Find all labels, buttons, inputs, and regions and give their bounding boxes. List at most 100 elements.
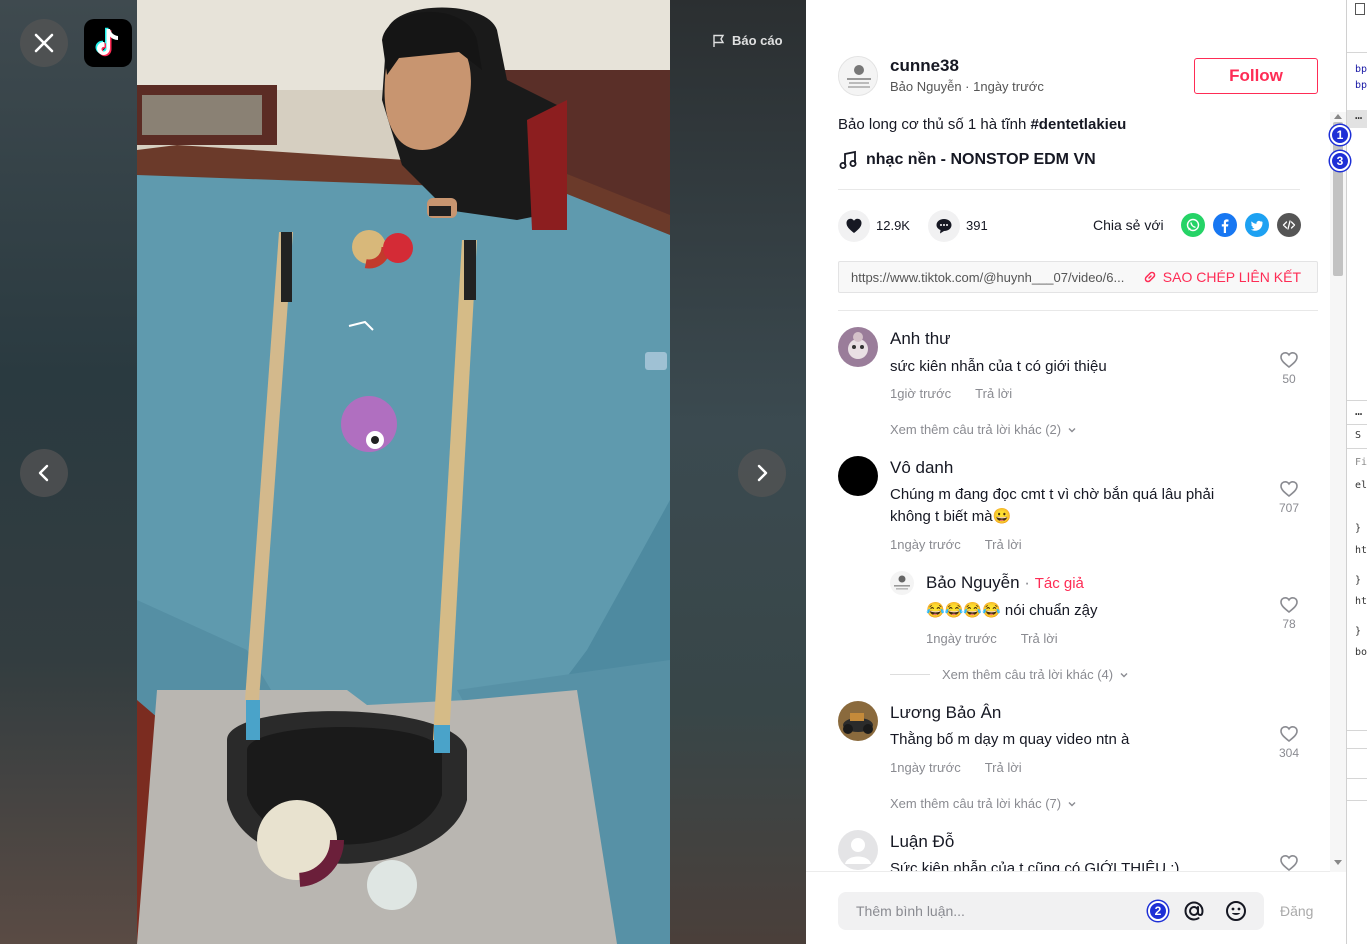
post-time: 1ngày trước [973, 79, 1044, 94]
previous-video-button[interactable] [20, 449, 68, 497]
author-handle[interactable]: cunne38 [890, 56, 959, 76]
follow-button[interactable]: Follow [1194, 58, 1318, 94]
annotation-marker: 3 [1330, 151, 1350, 171]
video-area: Báo cáo [0, 0, 806, 944]
share-link-text[interactable]: https://www.tiktok.com/@huynh___07/video… [851, 270, 1141, 285]
commenter-name[interactable]: Lương Bảo Ân [890, 703, 1001, 723]
commenter-name[interactable]: Luận Đỗ [890, 832, 954, 852]
view-more-replies-label: Xem thêm câu trả lời khác (4) [942, 667, 1114, 682]
reply-button[interactable]: Trả lời [985, 537, 1022, 552]
copy-link-button[interactable]: SAO CHÉP LIÊN KẾT [1143, 269, 1301, 285]
comment-text: Thằng bố m dạy m quay video ntn à [890, 731, 1130, 748]
view-more-replies[interactable]: Xem thêm câu trả lời khác (4) [942, 667, 1129, 682]
reply-text-body: nói chuẩn zậy [1004, 602, 1098, 619]
link-icon [1144, 271, 1156, 283]
like-button[interactable] [838, 210, 870, 242]
comment-like-button[interactable] [1274, 854, 1304, 871]
commenter-avatar-image [838, 701, 878, 741]
devtools-text: } [1355, 523, 1362, 534]
view-more-replies[interactable]: Xem thêm câu trả lời khác (7) [890, 796, 1077, 811]
devtools-divider [1347, 52, 1367, 53]
devtools-toggle-icon[interactable] [1355, 3, 1365, 15]
post-stats-bar: 12.9K 391 Chia sẻ với [838, 209, 1318, 243]
view-more-replies[interactable]: Xem thêm câu trả lời khác (2) [890, 422, 1077, 437]
comment-button[interactable] [928, 210, 960, 242]
heart-icon [846, 218, 862, 233]
post-caption: Bảo long cơ thủ số 1 hà tĩnh #dentetlaki… [838, 116, 1126, 133]
comment-like-button[interactable]: 707 [1274, 480, 1304, 515]
reply-meta: 1ngày trước Trả lời [926, 631, 1058, 646]
embed-icon[interactable] [1277, 213, 1301, 237]
reply-reply-button[interactable]: Trả lời [1021, 631, 1058, 646]
commenter-avatar[interactable] [838, 701, 878, 741]
reply-button[interactable]: Trả lời [985, 760, 1022, 775]
author-subtitle: Bảo Nguyễn · 1ngày trước [890, 79, 1044, 94]
chevron-down-icon [1120, 672, 1128, 677]
author-display-name[interactable]: Bảo Nguyễn [890, 79, 962, 94]
devtools-text: el [1355, 480, 1367, 491]
devtools-more-icon[interactable]: … [1355, 404, 1362, 418]
heart-outline-icon [1280, 480, 1298, 498]
annotation-marker: 1 [1330, 125, 1350, 145]
commenter-avatar[interactable] [838, 456, 878, 496]
video-player[interactable] [137, 0, 670, 944]
comment-like-count: 707 [1278, 501, 1300, 515]
reply-button[interactable]: Trả lời [975, 386, 1012, 401]
next-video-button[interactable] [738, 449, 786, 497]
report-label: Báo cáo [732, 33, 783, 48]
reply-like-button[interactable]: 78 [1274, 596, 1304, 631]
caption-hashtag[interactable]: #dentetlakieu [1030, 116, 1126, 133]
emoji-button[interactable] [1224, 899, 1248, 928]
devtools-text: } [1355, 575, 1362, 586]
whatsapp-icon[interactable] [1181, 213, 1205, 237]
view-more-replies-label: Xem thêm câu trả lời khác (7) [890, 796, 1062, 811]
mention-button[interactable] [1182, 899, 1206, 928]
devtools-text: bp [1355, 64, 1367, 75]
devtools-panel-edge: bp bp … … S Fi el } ht } ht } bo [1346, 0, 1367, 944]
comment-text-line-1: Chúng m đang đọc cmt t vì chờ bắn quá lâ… [890, 486, 1215, 503]
comment-time: 1ngày trước [890, 760, 961, 775]
reply-text: 😂😂😂😂 nói chuẩn zậy [926, 600, 1097, 622]
devtools-more-icon[interactable]: … [1347, 108, 1367, 128]
comment-input[interactable] [856, 892, 1136, 930]
comment-time: 1ngày trước [890, 537, 961, 552]
post-comment-button[interactable]: Đăng [1280, 903, 1313, 919]
facebook-icon[interactable] [1213, 213, 1237, 237]
commenter-avatar[interactable] [838, 327, 878, 367]
comment-text: Sức kiên nhẫn của t cũng có GIỚI THIỆU :… [890, 860, 1180, 871]
commenter-name[interactable]: Anh thư [890, 329, 951, 349]
facebook-glyph [1221, 219, 1229, 233]
commenter-avatar[interactable] [838, 830, 878, 870]
smiley-icon [1226, 901, 1246, 921]
replies-divider [890, 674, 930, 675]
author-avatar-image [839, 57, 877, 95]
music-link[interactable]: nhạc nền - NONSTOP EDM VN [838, 150, 1096, 170]
copy-link-label: SAO CHÉP LIÊN KẾT [1162, 269, 1301, 285]
reply-emojis: 😂😂😂😂 [926, 602, 1001, 619]
twitter-icon[interactable] [1245, 213, 1269, 237]
at-sign-icon [1184, 901, 1204, 921]
close-button[interactable] [20, 19, 68, 67]
commenter-avatar-image [838, 327, 878, 367]
author-avatar[interactable] [838, 56, 878, 96]
commenter-name[interactable]: Vô danh [890, 458, 953, 478]
scroll-down-arrow-icon[interactable] [1334, 860, 1342, 865]
comment-list[interactable]: Anh thư sức kiên nhẫn của t có giới thiệ… [806, 311, 1346, 871]
devtools-text: Fi [1355, 457, 1367, 468]
reply-like-count: 78 [1282, 617, 1296, 631]
panel-scrollbar[interactable] [1330, 112, 1346, 872]
scroll-up-arrow-icon[interactable] [1334, 114, 1342, 119]
chevron-down-icon [1068, 801, 1076, 806]
reply-author-avatar[interactable] [890, 571, 914, 595]
comment-like-button[interactable]: 50 [1274, 351, 1304, 386]
share-link-box: https://www.tiktok.com/@huynh___07/video… [838, 261, 1318, 293]
reply-author-line: Bảo Nguyễn · Tác giả [926, 573, 1084, 593]
reply-author-name[interactable]: Bảo Nguyễn [926, 573, 1020, 592]
comment-like-button[interactable]: 304 [1274, 725, 1304, 760]
twitter-glyph [1250, 220, 1263, 231]
report-button[interactable]: Báo cáo [712, 33, 783, 48]
chevron-down-icon [1068, 427, 1076, 432]
scrollbar-thumb[interactable] [1333, 122, 1343, 276]
tiktok-logo[interactable] [84, 19, 132, 67]
devtools-text: bo [1355, 647, 1367, 658]
